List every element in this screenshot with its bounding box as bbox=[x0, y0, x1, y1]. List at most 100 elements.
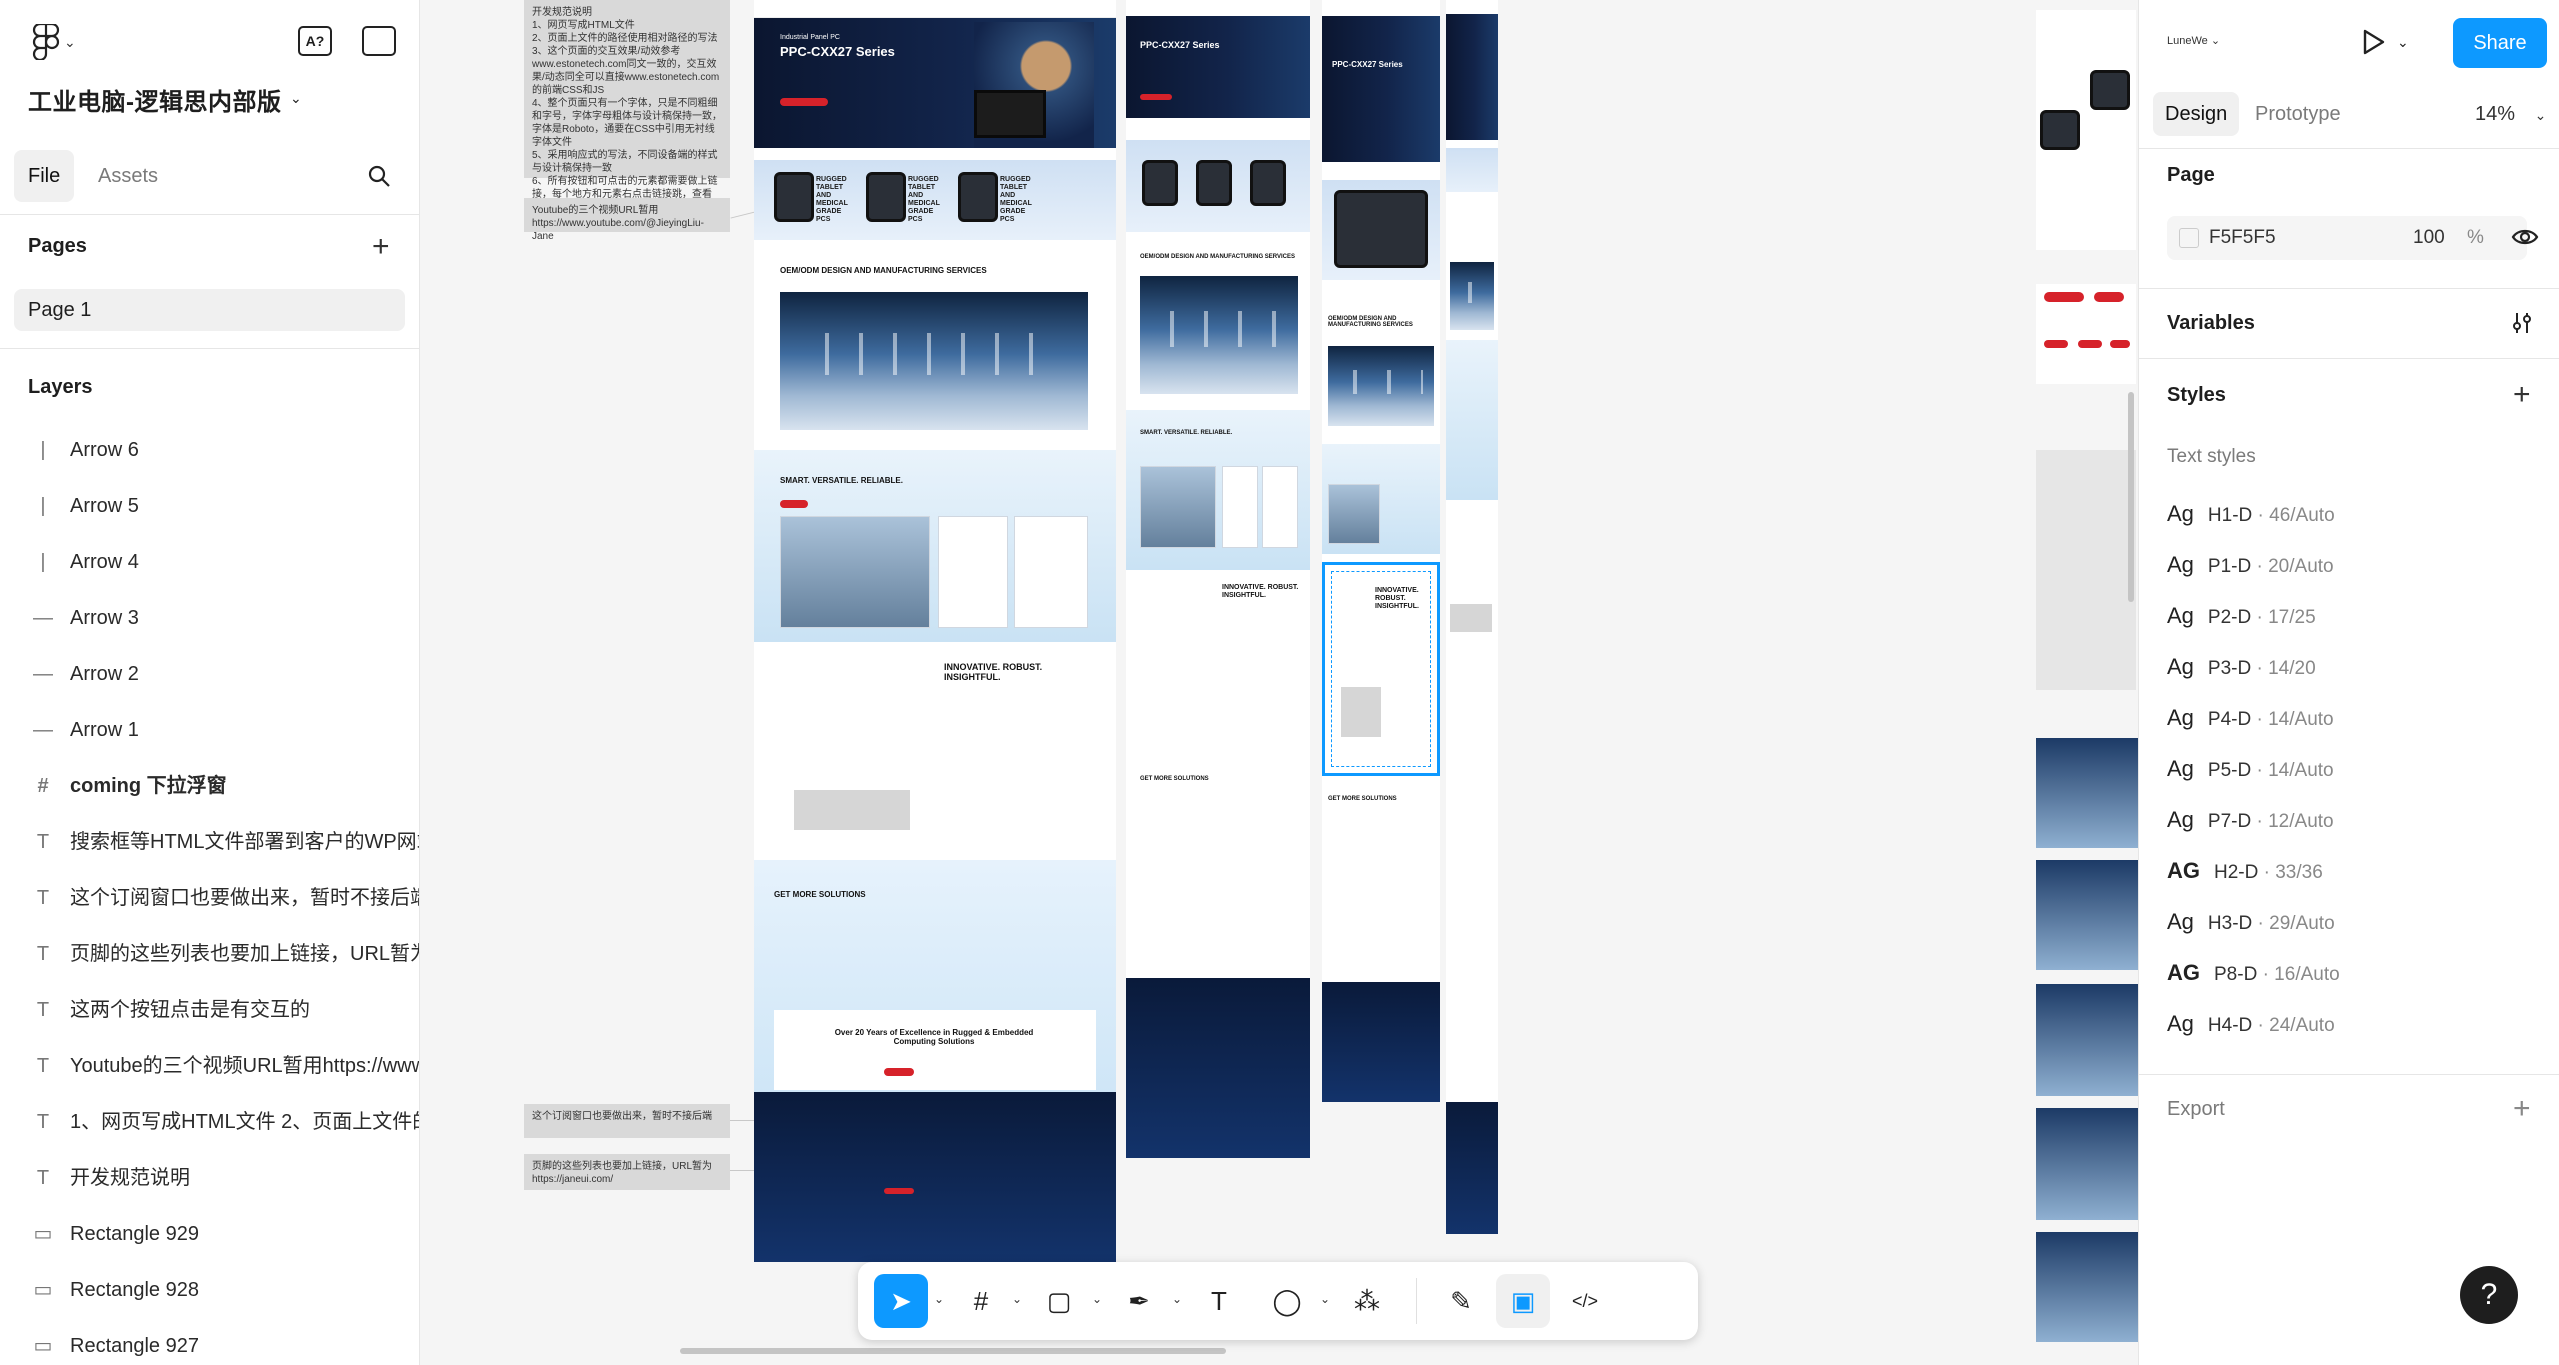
tablet-frame[interactable]: PPC-CXX27 Series OEM/ODM DESIGN AND MANU… bbox=[1126, 0, 1310, 1158]
layer-item[interactable]: T 1、网页写成HTML文件 2、页面上文件的 bbox=[0, 1094, 419, 1150]
dev-spec-note[interactable]: 开发规范说明 1、网页写成HTML文件 2、页面上文件的路径使用相对路径的写法 … bbox=[524, 0, 730, 226]
category-tab[interactable] bbox=[780, 500, 808, 508]
product-card[interactable] bbox=[1140, 466, 1216, 548]
layer-item[interactable]: — Arrow 1 bbox=[0, 702, 419, 758]
text-style-item[interactable]: Ag P1-D · 20/Auto bbox=[2167, 545, 2334, 585]
chevron-down-icon[interactable]: ⌄ bbox=[1092, 1292, 1102, 1306]
hero-cta-button[interactable] bbox=[780, 98, 828, 106]
fill-opacity[interactable]: 100 bbox=[2413, 227, 2445, 249]
text-style-item[interactable]: Ag P4-D · 14/Auto bbox=[2167, 698, 2334, 738]
product-card[interactable] bbox=[1328, 484, 1380, 544]
layer-item[interactable]: T 这个订阅窗口也要做出来，暂时不接后端 bbox=[0, 870, 419, 926]
page-fill[interactable]: F5F5F5 100 % bbox=[2167, 216, 2527, 260]
text-style-item[interactable]: AG P8-D · 16/Auto bbox=[2167, 953, 2340, 993]
share-button[interactable]: Share bbox=[2453, 18, 2547, 68]
move-tool[interactable]: ➤ bbox=[874, 1274, 928, 1328]
present-play-icon[interactable] bbox=[2361, 28, 2387, 56]
add-page-icon[interactable]: + bbox=[372, 232, 390, 262]
subscribe-note[interactable]: 这个订阅窗口也要做出来，暂时不接后端 bbox=[524, 1104, 730, 1138]
chevron-down-icon[interactable]: ⌄ bbox=[934, 1292, 944, 1306]
video-thumb[interactable] bbox=[2036, 984, 2138, 1096]
tab-design[interactable]: Design bbox=[2153, 92, 2240, 136]
search-icon[interactable] bbox=[367, 164, 391, 188]
layer-item[interactable]: T Youtube的三个视频URL暂用https://www bbox=[0, 1038, 419, 1094]
text-style-item[interactable]: Ag H1-D · 46/Auto bbox=[2167, 494, 2335, 534]
product-card[interactable] bbox=[1222, 466, 1258, 548]
layer-item[interactable]: | Arrow 5 bbox=[0, 478, 419, 534]
layer-item[interactable]: T 这两个按钮点击是有交互的 bbox=[0, 982, 419, 1038]
canvas[interactable]: 开发规范说明 1、网页写成HTML文件 2、页面上文件的路径使用相对路径的写法 … bbox=[420, 0, 2138, 1365]
layer-item[interactable]: — Arrow 2 bbox=[0, 646, 419, 702]
dev-mode[interactable]: </> bbox=[1558, 1274, 1612, 1328]
layer-item[interactable]: T 搜索框等HTML文件部署到客户的WP网站 bbox=[0, 814, 419, 870]
text-style-item[interactable]: Ag H4-D · 24/Auto bbox=[2167, 1004, 2335, 1044]
selected-frame-outline[interactable]: INNOVATIVE. ROBUST. INSIGHTFUL. bbox=[1322, 562, 1440, 776]
tab-prototype[interactable]: Prototype bbox=[2243, 92, 2353, 136]
actions-tool[interactable]: ⁂ bbox=[1340, 1274, 1394, 1328]
sample-button[interactable] bbox=[2044, 292, 2084, 302]
ai-assist-icon[interactable]: A? bbox=[298, 26, 332, 56]
layer-item[interactable]: T 开发规范说明 bbox=[0, 1150, 419, 1206]
tab-assets[interactable]: Assets bbox=[84, 150, 172, 202]
variables-settings-icon[interactable] bbox=[2509, 310, 2535, 336]
hero-cta-button[interactable] bbox=[1140, 94, 1172, 100]
add-export-icon[interactable]: + bbox=[2513, 1094, 2531, 1124]
text-style-item[interactable]: Ag P7-D · 12/Auto bbox=[2167, 800, 2334, 840]
component-sheet[interactable] bbox=[2036, 10, 2136, 250]
frame-tool[interactable]: # bbox=[954, 1274, 1008, 1328]
layer-item[interactable]: | Arrow 6 bbox=[0, 422, 419, 478]
text-style-item[interactable]: AG H2-D · 33/36 bbox=[2167, 851, 2323, 891]
sample-button[interactable] bbox=[2094, 292, 2124, 302]
chevron-down-icon[interactable]: ⌄ bbox=[1172, 1292, 1182, 1306]
chevron-down-icon[interactable]: ⌄ bbox=[1012, 1292, 1022, 1306]
video-thumb[interactable] bbox=[2036, 738, 2138, 848]
text-style-item[interactable]: Ag H3-D · 29/Auto bbox=[2167, 902, 2335, 942]
video-thumb[interactable] bbox=[2036, 860, 2138, 970]
button-samples[interactable] bbox=[2036, 284, 2136, 384]
sample-button[interactable] bbox=[2044, 340, 2068, 348]
project-chevron-icon[interactable]: ⌄ bbox=[290, 90, 302, 107]
text-style-item[interactable]: Ag P2-D · 17/25 bbox=[2167, 596, 2316, 636]
text-tool[interactable]: T bbox=[1192, 1274, 1246, 1328]
narrow-frame[interactable] bbox=[1446, 0, 1498, 1234]
user-menu[interactable]: LuneWe ⌄ bbox=[2167, 34, 2220, 47]
horizontal-scrollbar[interactable] bbox=[680, 1348, 1226, 1354]
help-button[interactable]: ? bbox=[2460, 1266, 2518, 1324]
design-mode[interactable]: ▣ bbox=[1496, 1274, 1550, 1328]
comment-tool[interactable]: ◯ bbox=[1260, 1274, 1314, 1328]
subscribe-button[interactable] bbox=[884, 1188, 914, 1194]
pen-tool[interactable]: ✒ bbox=[1112, 1274, 1166, 1328]
layer-item[interactable]: ▭ Rectangle 929 bbox=[0, 1206, 419, 1262]
product-card[interactable] bbox=[780, 516, 930, 628]
layer-item[interactable]: | Arrow 4 bbox=[0, 534, 419, 590]
video-thumb[interactable] bbox=[2036, 1232, 2138, 1342]
color-swatch[interactable] bbox=[2179, 228, 2199, 248]
text-style-item[interactable]: Ag P5-D · 14/Auto bbox=[2167, 749, 2334, 789]
product-card[interactable] bbox=[1014, 516, 1088, 628]
layer-item[interactable]: ▭ Rectangle 928 bbox=[0, 1262, 419, 1318]
add-style-icon[interactable]: + bbox=[2513, 380, 2531, 410]
mobile-frame[interactable]: PPC-CXX27 Series OEM/ODM DESIGN AND MANU… bbox=[1322, 0, 1440, 1102]
sidebar-toggle-icon[interactable] bbox=[362, 26, 396, 56]
sample-button[interactable] bbox=[2078, 340, 2102, 348]
draw-tool[interactable]: ✎ bbox=[1434, 1274, 1488, 1328]
page-item-1[interactable]: Page 1 bbox=[14, 289, 405, 331]
footer-note[interactable]: 页脚的这些列表也要加上链接，URL暂为https://janeui.com/ bbox=[524, 1154, 730, 1190]
vertical-scrollbar[interactable] bbox=[2128, 392, 2134, 602]
project-title[interactable]: 工业电脑-逻辑思内部版 bbox=[28, 82, 282, 117]
rectangle-tool[interactable]: ▢ bbox=[1032, 1274, 1086, 1328]
layer-item[interactable]: ▭ Rectangle 927 bbox=[0, 1318, 419, 1365]
layer-item[interactable]: # coming 下拉浮窗 bbox=[0, 758, 419, 814]
variables-title[interactable]: Variables bbox=[2167, 312, 2255, 335]
contact-button[interactable] bbox=[884, 1068, 914, 1076]
figma-logo-icon[interactable] bbox=[28, 24, 64, 60]
product-card[interactable] bbox=[1262, 466, 1298, 548]
text-style-item[interactable]: Ag P3-D · 14/20 bbox=[2167, 647, 2316, 687]
youtube-note[interactable]: Youtube的三个视频URL暂用https://www.youtube.com… bbox=[524, 198, 730, 242]
chevron-down-icon[interactable]: ⌄ bbox=[2397, 34, 2409, 51]
fill-hex[interactable]: F5F5F5 bbox=[2209, 227, 2276, 249]
tab-file[interactable]: File bbox=[14, 150, 75, 202]
layer-item[interactable]: T 页脚的这些列表也要加上链接，URL暂为h bbox=[0, 926, 419, 982]
chevron-down-icon[interactable]: ⌄ bbox=[1320, 1292, 1330, 1306]
layer-item[interactable]: — Arrow 3 bbox=[0, 590, 419, 646]
